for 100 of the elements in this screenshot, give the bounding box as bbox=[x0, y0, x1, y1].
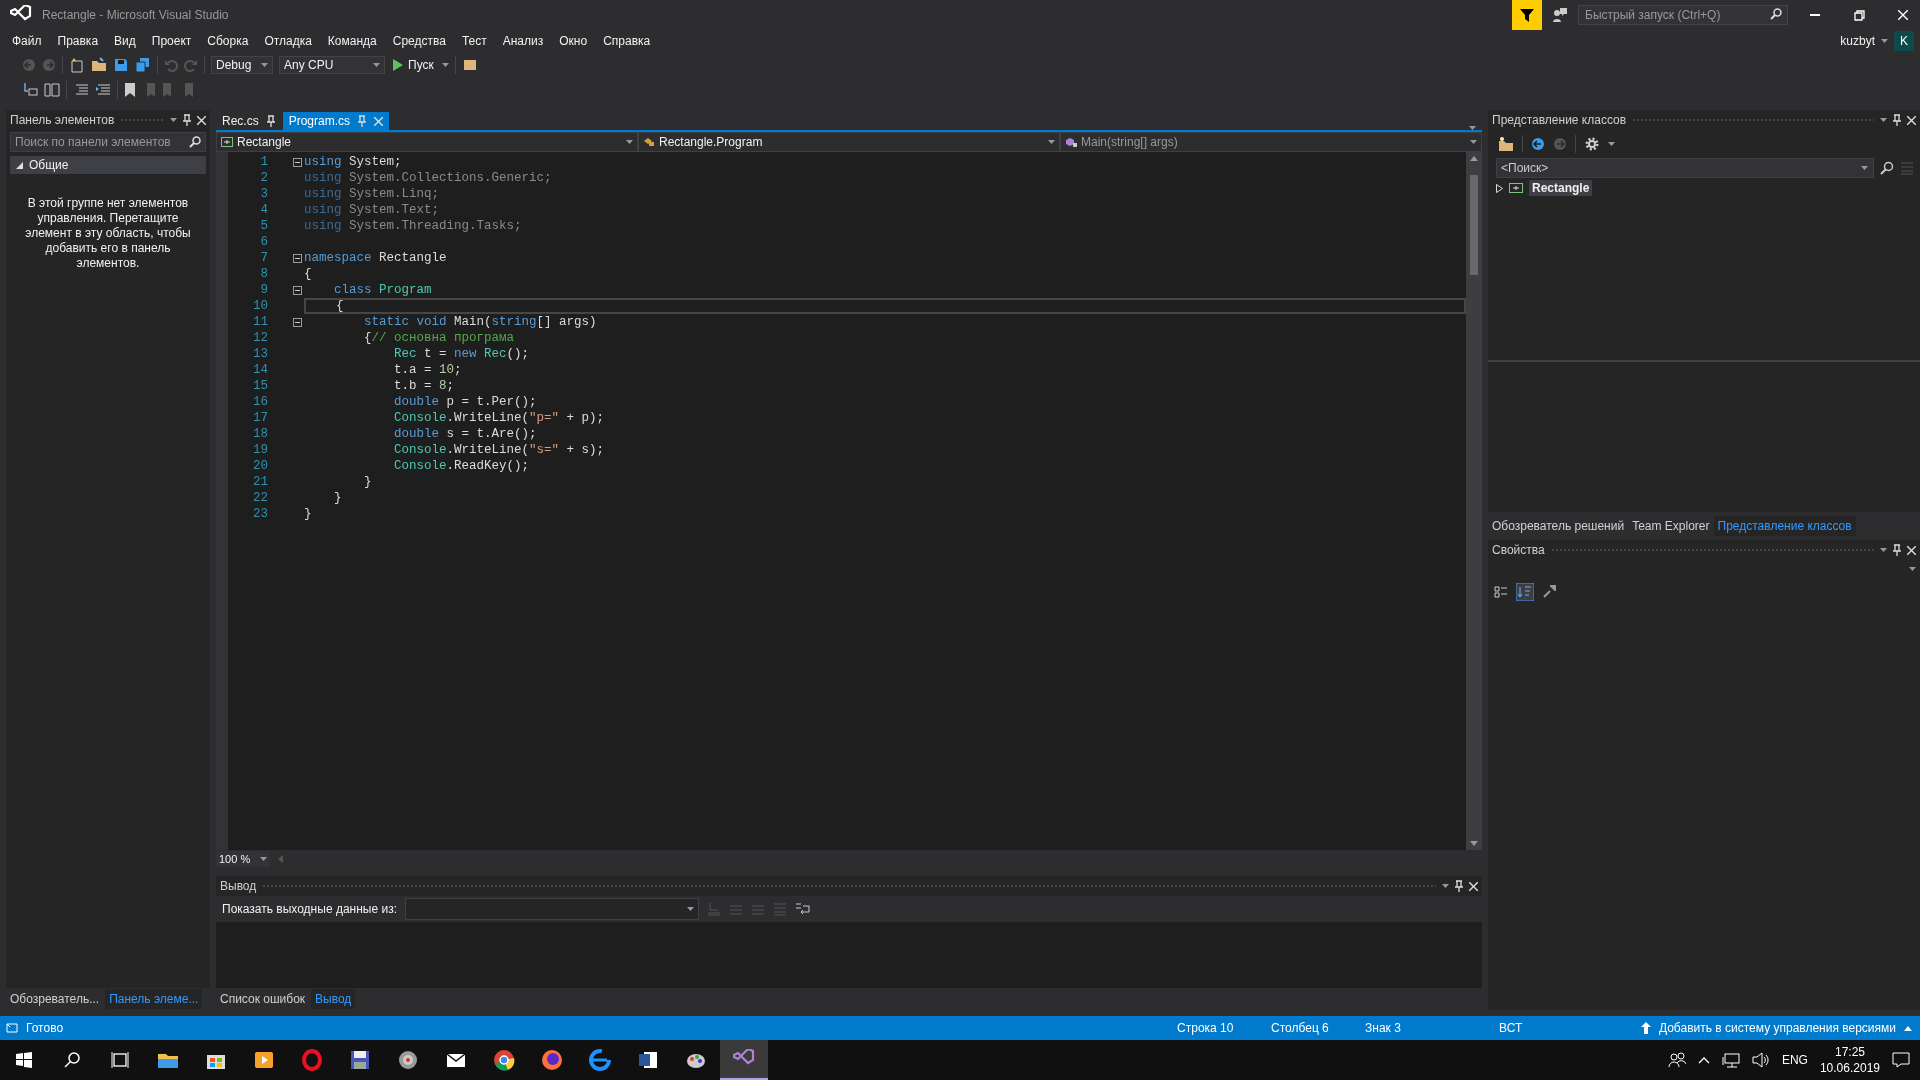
platform-dropdown[interactable]: Any CPU bbox=[279, 55, 385, 74]
save-all-icon[interactable] bbox=[135, 56, 151, 73]
caret-icon[interactable] bbox=[1861, 166, 1868, 170]
pin-icon[interactable] bbox=[1893, 544, 1901, 556]
menu-item[interactable]: Средства bbox=[384, 32, 454, 50]
dropdown-caret-icon[interactable] bbox=[261, 62, 268, 67]
panel-tab[interactable]: Список ошибок bbox=[216, 989, 310, 1009]
pin-icon[interactable] bbox=[1893, 114, 1901, 126]
start-button[interactable]: Пуск bbox=[391, 57, 436, 72]
volume-icon[interactable] bbox=[1751, 1052, 1770, 1068]
close-icon[interactable] bbox=[197, 115, 206, 125]
source-control-button[interactable]: Добавить в систему управления версиями bbox=[1634, 1020, 1920, 1036]
collapse-icon[interactable] bbox=[293, 317, 302, 327]
tab-list-icon[interactable] bbox=[1469, 126, 1476, 130]
tree-item[interactable]: Rectangle bbox=[1529, 180, 1593, 196]
user-name[interactable]: kuzbyt bbox=[1840, 34, 1875, 48]
expand-icon[interactable] bbox=[1496, 183, 1503, 193]
dropdown-caret-icon[interactable] bbox=[441, 62, 449, 67]
caret-icon[interactable] bbox=[687, 907, 694, 911]
menu-item[interactable]: Вид bbox=[106, 32, 144, 50]
chevron-up-icon[interactable] bbox=[1697, 1056, 1710, 1064]
vertical-scrollbar[interactable] bbox=[1466, 152, 1482, 850]
word-wrap-icon[interactable] bbox=[795, 902, 811, 916]
clock-date[interactable]: 10.06.2019 bbox=[1819, 1060, 1880, 1076]
close-icon[interactable] bbox=[1469, 881, 1478, 891]
menu-item[interactable]: Тест bbox=[453, 32, 495, 50]
navigation-dropdown[interactable]: Main(string[] args) bbox=[1060, 132, 1482, 152]
dropdown-caret-icon[interactable] bbox=[1048, 140, 1055, 144]
scroll-down-icon[interactable] bbox=[1470, 841, 1478, 846]
save-icon[interactable] bbox=[113, 56, 129, 73]
new-project-icon[interactable] bbox=[69, 56, 85, 73]
navigation-dropdown[interactable]: Rectangle bbox=[216, 132, 638, 152]
close-icon[interactable] bbox=[1907, 545, 1916, 555]
pin-icon[interactable] bbox=[266, 115, 275, 127]
menu-item[interactable]: Сборка bbox=[199, 32, 257, 50]
window-title: Rectangle - Microsoft Visual Studio bbox=[42, 8, 229, 22]
dropdown-caret-icon[interactable] bbox=[626, 140, 633, 144]
menu-item[interactable]: Файл bbox=[4, 32, 50, 50]
dropdown-caret-icon[interactable] bbox=[1470, 140, 1477, 144]
line-number: 20 bbox=[252, 459, 268, 473]
panel-tab[interactable]: Представление классов bbox=[1713, 516, 1856, 536]
settings-icon[interactable] bbox=[1584, 136, 1600, 152]
collapse-icon[interactable] bbox=[293, 285, 302, 295]
feedback-icon[interactable] bbox=[1552, 7, 1568, 23]
zoom-dropdown[interactable]: 100 % bbox=[216, 851, 270, 867]
indent-icon[interactable] bbox=[73, 81, 89, 98]
pin-icon[interactable] bbox=[183, 114, 191, 126]
step-icon[interactable] bbox=[22, 81, 38, 98]
feedback-filter-button[interactable] bbox=[1512, 0, 1542, 30]
columns-icon[interactable] bbox=[44, 81, 60, 98]
menu-item[interactable]: Анализ bbox=[494, 32, 552, 50]
scrollbar-thumb[interactable] bbox=[1470, 175, 1478, 275]
panel-menu-icon[interactable] bbox=[170, 118, 177, 122]
bookmark-icon[interactable] bbox=[124, 82, 136, 97]
menu-item[interactable]: Справка bbox=[595, 32, 659, 50]
panel-tab[interactable]: Панель элеме... bbox=[105, 989, 203, 1009]
categorized-icon[interactable] bbox=[1494, 585, 1508, 599]
menu-item[interactable]: Отладка bbox=[256, 32, 320, 50]
notifications-icon[interactable] bbox=[1892, 1052, 1910, 1068]
configuration-dropdown[interactable]: Debug bbox=[211, 55, 273, 74]
caret-icon[interactable] bbox=[260, 857, 267, 861]
menu-item[interactable]: Команда bbox=[319, 32, 385, 50]
collapse-icon[interactable] bbox=[293, 157, 302, 167]
panel-menu-icon[interactable] bbox=[1442, 884, 1449, 888]
quick-launch-field[interactable]: Быстрый запуск (Ctrl+Q) bbox=[1578, 5, 1788, 25]
line-number: 12 bbox=[252, 331, 268, 345]
property-pages-icon[interactable] bbox=[1542, 585, 1556, 599]
panel-tab[interactable]: Обозреватель... bbox=[6, 989, 104, 1009]
document-tab[interactable]: Rec.cs bbox=[216, 112, 281, 130]
open-folder-icon[interactable] bbox=[91, 56, 107, 73]
people-icon[interactable] bbox=[1667, 1052, 1686, 1068]
collapse-icon[interactable] bbox=[293, 253, 302, 263]
pin-icon[interactable] bbox=[1455, 880, 1463, 892]
close-icon[interactable] bbox=[1907, 115, 1916, 125]
panel-tab[interactable]: Обозреватель решений bbox=[1488, 516, 1629, 536]
alphabetical-icon[interactable] bbox=[1516, 583, 1534, 601]
code-line: t.a = 10; bbox=[393, 362, 463, 378]
toolbox-group[interactable]: Общие bbox=[10, 156, 206, 174]
input-language[interactable]: ENG bbox=[1781, 1053, 1808, 1067]
scroll-up-icon[interactable] bbox=[1470, 156, 1478, 161]
outdent-icon[interactable] bbox=[95, 81, 111, 98]
panel-menu-icon[interactable] bbox=[1880, 118, 1887, 122]
network-icon[interactable] bbox=[1721, 1052, 1740, 1068]
new-folder-icon[interactable] bbox=[1498, 137, 1514, 151]
panel-tab[interactable]: Team Explorer bbox=[1628, 516, 1714, 536]
menu-item[interactable]: Окно bbox=[551, 32, 596, 50]
menu-item[interactable]: Правка bbox=[49, 32, 107, 50]
user-avatar[interactable]: K bbox=[1894, 31, 1914, 51]
dropdown-caret-icon[interactable] bbox=[1881, 39, 1888, 43]
back-icon[interactable] bbox=[1531, 137, 1545, 151]
dropdown-caret-icon[interactable] bbox=[373, 62, 380, 67]
menu-item[interactable]: Проект bbox=[143, 32, 200, 50]
search-icon[interactable] bbox=[1880, 161, 1894, 175]
clock-time[interactable]: 17:25 bbox=[1819, 1044, 1880, 1060]
navigation-dropdown[interactable]: Rectangle.Program bbox=[638, 132, 1060, 152]
dropdown-caret-icon[interactable] bbox=[1608, 142, 1615, 146]
toolbox-search-field[interactable]: Поиск по панели элементов bbox=[10, 132, 206, 152]
class-search-field[interactable]: <Поиск> bbox=[1496, 158, 1874, 178]
panel-menu-icon[interactable] bbox=[1880, 548, 1887, 552]
panel-tab[interactable]: Вывод bbox=[311, 989, 356, 1009]
